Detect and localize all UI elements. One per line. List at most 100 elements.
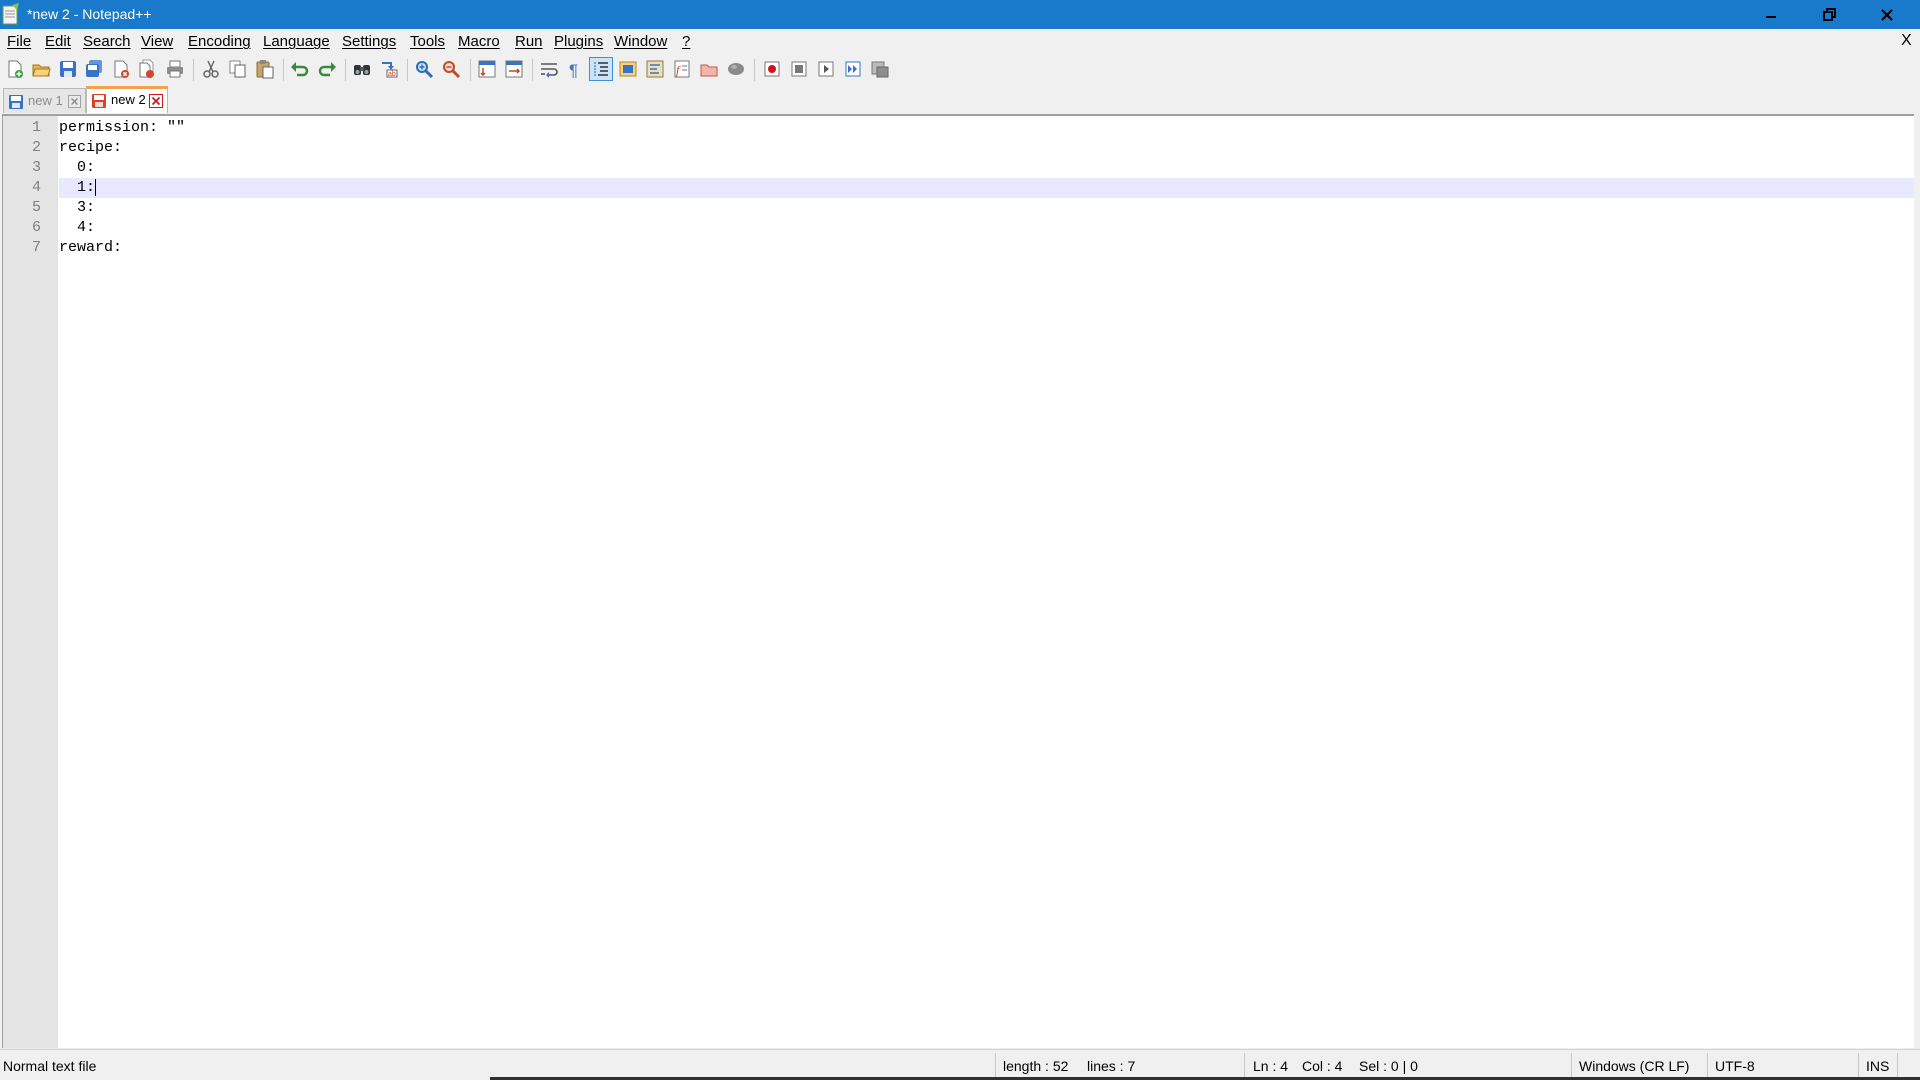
status-eol-format[interactable]: Windows (CR LF) [1579,1058,1689,1075]
toolbar-separator [345,59,346,81]
code-line[interactable]: recipe: [59,138,1914,158]
menu-help[interactable]: ? [682,33,690,51]
play-macro-button[interactable] [814,57,838,81]
line-number: 5 [31,199,41,216]
find-button[interactable] [350,57,374,81]
status-line-number: Ln : 4 [1253,1058,1289,1074]
document-tab-bar: new 1 new 2 [0,86,1920,113]
user-defined-language-icon [619,61,637,77]
indent-guide-button[interactable] [589,57,613,81]
status-separator [1858,1053,1859,1078]
editor-right-edge [1914,114,1920,1048]
status-separator [1707,1053,1708,1078]
toolbar-separator [754,59,755,81]
replace-button[interactable]: ab [377,57,401,81]
function-list-button[interactable]: f [670,57,694,81]
close-window-button[interactable] [1858,0,1920,29]
menu-encoding[interactable]: Encoding [188,33,251,51]
save-macro-icon [871,61,889,78]
zoom-in-icon [416,61,434,79]
tab-new-1[interactable]: new 1 [3,88,86,113]
code-line[interactable]: 4: [59,218,1914,238]
menu-view[interactable]: View [141,33,173,51]
close-tab-icon[interactable] [149,94,163,108]
save-all-button[interactable] [82,57,106,81]
folder-as-workspace-button[interactable] [697,57,721,81]
close-file-button[interactable] [109,57,133,81]
paste-icon [256,60,274,79]
redo-button[interactable] [315,57,339,81]
close-document-button[interactable]: X [1901,32,1912,50]
menu-macro[interactable]: Macro [458,33,500,51]
sync-horizontal-icon [505,60,523,78]
menu-language[interactable]: Language [263,33,330,51]
code-line[interactable]: permission: "" [59,118,1914,138]
menu-file[interactable]: File [7,33,31,51]
line-number: 1 [31,119,41,136]
code-line[interactable]: 0: [59,158,1914,178]
replace-icon: ab [382,62,398,78]
new-file-button[interactable] [3,57,27,81]
new-file-icon [8,60,23,78]
run-macro-multiple-button[interactable] [841,57,865,81]
close-all-button[interactable] [135,57,159,81]
restore-icon [1823,8,1836,21]
copy-button[interactable] [226,57,250,81]
save-icon [60,61,76,77]
document-map-icon [646,60,664,78]
menu-tools[interactable]: Tools [410,33,445,51]
run-macro-multiple-icon [845,61,861,77]
user-defined-language-button[interactable] [616,57,640,81]
print-icon [167,60,183,78]
code-line[interactable]: 3: [59,198,1914,218]
menu-plugins[interactable]: Plugins [554,33,603,51]
undo-button[interactable] [288,57,312,81]
close-tab-icon[interactable] [68,95,81,108]
window-title: *new 2 - Notepad++ [27,6,152,22]
sync-horizontal-button[interactable] [502,57,526,81]
tab-new-2[interactable]: new 2 [86,86,168,113]
code-line[interactable]: reward: [59,238,1914,258]
zoom-out-button[interactable] [439,57,463,81]
close-icon [1881,9,1893,21]
sync-vertical-icon [478,60,496,78]
sync-vertical-button[interactable] [475,57,499,81]
current-code-line[interactable]: 1: [59,178,1914,198]
restore-button[interactable] [1800,0,1858,29]
status-selection: Sel : 0 | 0 [1359,1058,1418,1074]
cut-button[interactable] [199,57,223,81]
save-button[interactable] [56,57,80,81]
menu-settings[interactable]: Settings [342,33,396,51]
document-map-button[interactable] [643,57,667,81]
record-macro-button[interactable] [760,57,784,81]
find-icon [354,65,370,75]
word-wrap-button[interactable] [537,57,561,81]
status-separator [1244,1053,1245,1078]
status-separator [1897,1053,1898,1078]
stop-macro-button[interactable] [787,57,811,81]
zoom-in-button[interactable] [412,57,436,81]
menu-window[interactable]: Window [614,33,667,51]
print-button[interactable] [163,57,187,81]
menu-search[interactable]: Search [83,33,131,51]
svg-text:¶: ¶ [569,61,578,79]
monitoring-button[interactable] [724,57,748,81]
menu-run[interactable]: Run [515,33,543,51]
paste-button[interactable] [253,57,277,81]
text-editor[interactable]: 1 2 3 4 5 6 7 permission: "" recipe: 0: … [2,114,1916,1048]
cut-icon [203,60,219,78]
copy-icon [229,60,246,78]
play-macro-icon [818,61,834,77]
undo-icon [291,62,309,77]
save-macro-button[interactable] [868,57,892,81]
open-file-button[interactable] [29,57,53,81]
tab-label: new 1 [28,93,63,108]
menu-edit[interactable]: Edit [45,33,71,51]
status-insert-mode[interactable]: INS [1866,1058,1889,1075]
show-all-characters-button[interactable]: ¶ [563,57,587,81]
minimize-button[interactable] [1742,0,1800,29]
close-all-icon [139,59,154,78]
status-encoding[interactable]: UTF-8 [1715,1058,1755,1075]
saved-file-icon [9,95,23,109]
menu-bar: File Edit Search View Encoding Language … [0,29,1920,54]
